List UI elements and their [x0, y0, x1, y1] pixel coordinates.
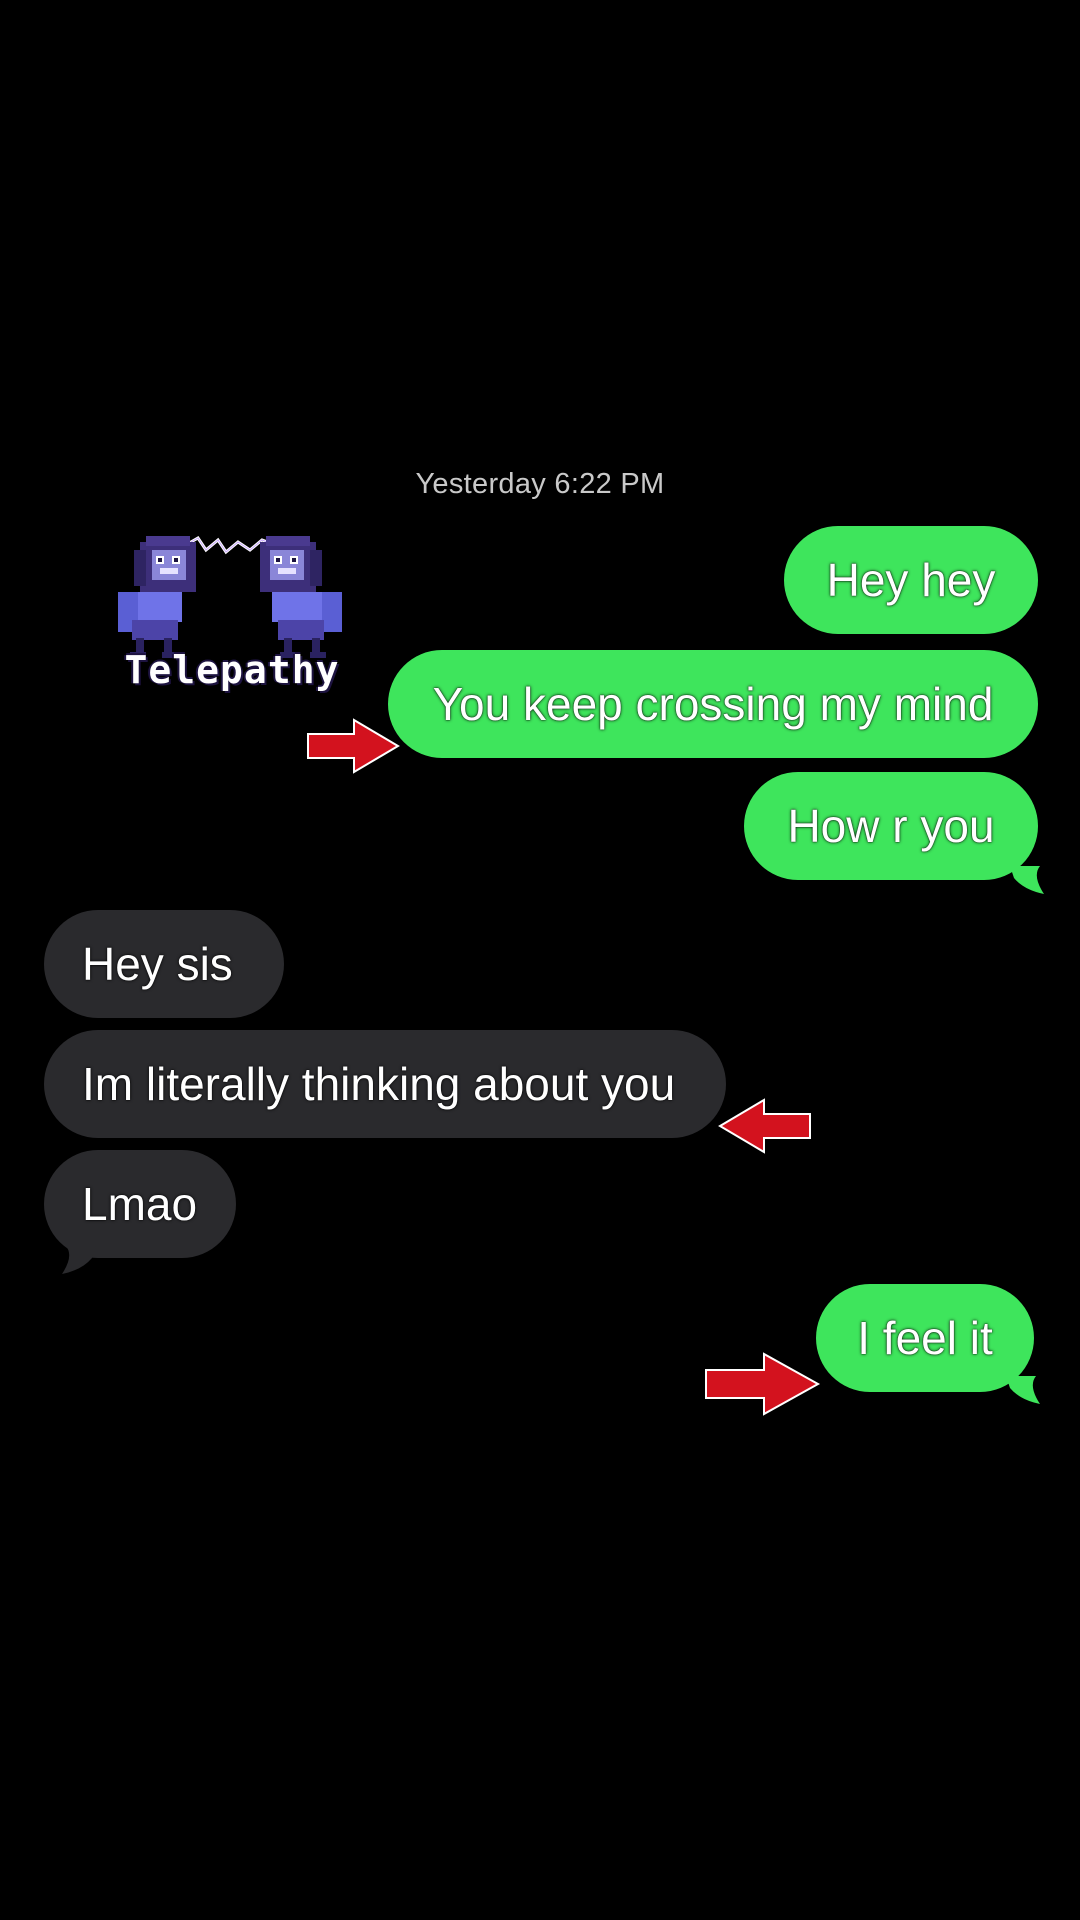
received-message-bubble[interactable]: Lmao: [44, 1150, 236, 1258]
telepathy-sticker-icon: [118, 536, 342, 658]
received-message-bubble[interactable]: Hey sis: [44, 910, 284, 1018]
sticker-label: Telepathy: [124, 648, 340, 692]
received-message-bubble[interactable]: Im literally thinking about you: [44, 1030, 726, 1138]
sent-message-bubble[interactable]: Hey hey: [784, 526, 1038, 634]
sent-message-bubble[interactable]: You keep crossing my mind: [388, 650, 1038, 758]
sent-message-bubble[interactable]: How r you: [744, 772, 1038, 880]
character-right: [260, 536, 342, 658]
red-arrow-icon: [705, 1352, 821, 1416]
sent-message-bubble[interactable]: I feel it: [816, 1284, 1034, 1392]
message-timestamp: Yesterday 6:22 PM: [415, 468, 665, 500]
telepathy-sticker[interactable]: Telepathy: [112, 520, 352, 710]
bubble-tail-icon: [1010, 866, 1044, 894]
bubble-tail-icon: [62, 1246, 96, 1274]
character-left: [118, 536, 196, 658]
red-arrow-icon: [718, 1098, 811, 1154]
bubble-tail-icon: [1006, 1376, 1040, 1404]
red-arrow-icon: [307, 718, 400, 774]
